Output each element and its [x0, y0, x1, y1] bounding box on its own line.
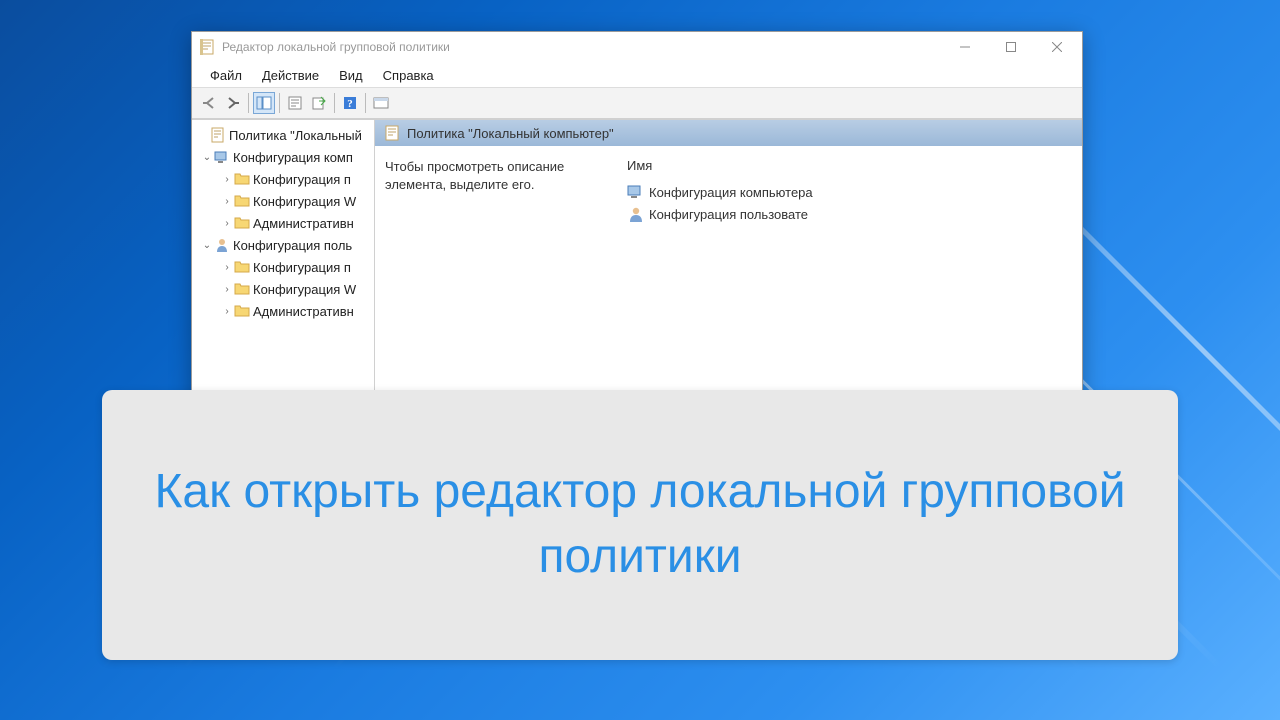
- folder-icon: [234, 259, 250, 275]
- tree-label: Конфигурация W: [253, 194, 356, 209]
- tree-label: Конфигурация комп: [233, 150, 353, 165]
- tree-item[interactable]: › Конфигурация п: [192, 256, 374, 278]
- user-icon: [214, 237, 230, 253]
- properties-button[interactable]: [284, 92, 306, 114]
- user-icon: [627, 205, 645, 223]
- expand-icon[interactable]: ›: [220, 262, 234, 273]
- menu-view[interactable]: Вид: [329, 66, 373, 85]
- tree-item[interactable]: › Административн: [192, 212, 374, 234]
- detail-header: Политика "Локальный компьютер": [375, 120, 1082, 146]
- toolbar-separator: [279, 93, 280, 113]
- minimize-button[interactable]: [942, 32, 988, 62]
- tree-label: Административн: [253, 304, 354, 319]
- folder-icon: [234, 215, 250, 231]
- forward-button[interactable]: [222, 92, 244, 114]
- policy-icon: [210, 127, 226, 143]
- menubar: Файл Действие Вид Справка: [192, 62, 1082, 87]
- tree-label: Административн: [253, 216, 354, 231]
- tree-computer-config[interactable]: ⌄ Конфигурация комп: [192, 146, 374, 168]
- tree-root-label: Политика "Локальный: [229, 128, 362, 143]
- expand-icon[interactable]: ›: [220, 284, 234, 295]
- maximize-button[interactable]: [988, 32, 1034, 62]
- list-item[interactable]: Конфигурация пользовате: [627, 203, 1072, 225]
- tree-label: Конфигурация W: [253, 282, 356, 297]
- collapse-icon[interactable]: ⌄: [200, 240, 214, 251]
- folder-icon: [234, 171, 250, 187]
- menu-action[interactable]: Действие: [252, 66, 329, 85]
- policy-icon: [385, 125, 399, 141]
- caption-overlay: Как открыть редактор локальной групповой…: [102, 390, 1178, 660]
- folder-icon: [234, 281, 250, 297]
- titlebar[interactable]: Редактор локальной групповой политики: [192, 32, 1082, 62]
- tree-root[interactable]: Политика "Локальный: [192, 124, 374, 146]
- tree-item[interactable]: › Конфигурация W: [192, 190, 374, 212]
- column-name[interactable]: Имя: [627, 158, 1072, 173]
- list-item-label: Конфигурация пользовате: [649, 207, 808, 222]
- toolbar-separator: [248, 93, 249, 113]
- expand-icon[interactable]: ›: [220, 306, 234, 317]
- menu-file[interactable]: Файл: [200, 66, 252, 85]
- tree-item[interactable]: › Конфигурация п: [192, 168, 374, 190]
- tree-user-config[interactable]: ⌄ Конфигурация поль: [192, 234, 374, 256]
- app-icon: [200, 39, 214, 55]
- menu-help[interactable]: Справка: [373, 66, 444, 85]
- computer-icon: [627, 183, 645, 201]
- tree-label: Конфигурация п: [253, 172, 351, 187]
- caption-text: Как открыть редактор локальной групповой…: [102, 460, 1178, 590]
- svg-text:?: ?: [347, 98, 353, 110]
- tree-item[interactable]: › Административн: [192, 300, 374, 322]
- tree-label: Конфигурация п: [253, 260, 351, 275]
- list-item[interactable]: Конфигурация компьютера: [627, 181, 1072, 203]
- collapse-icon[interactable]: ⌄: [200, 152, 214, 163]
- export-button[interactable]: [308, 92, 330, 114]
- detail-title: Политика "Локальный компьютер": [407, 126, 614, 141]
- toolbar: ?: [192, 87, 1082, 119]
- expand-icon[interactable]: ›: [220, 174, 234, 185]
- computer-icon: [214, 149, 230, 165]
- tree-label: Конфигурация поль: [233, 238, 352, 253]
- filter-button[interactable]: [370, 92, 392, 114]
- tree-item[interactable]: › Конфигурация W: [192, 278, 374, 300]
- expand-icon[interactable]: ›: [220, 218, 234, 229]
- close-button[interactable]: [1034, 32, 1080, 62]
- back-button[interactable]: [198, 92, 220, 114]
- expand-icon[interactable]: ›: [220, 196, 234, 207]
- window-title: Редактор локальной групповой политики: [222, 40, 942, 54]
- toolbar-separator: [365, 93, 366, 113]
- help-button[interactable]: ?: [339, 92, 361, 114]
- toolbar-separator: [334, 93, 335, 113]
- show-tree-button[interactable]: [253, 92, 275, 114]
- list-item-label: Конфигурация компьютера: [649, 185, 813, 200]
- folder-icon: [234, 303, 250, 319]
- folder-icon: [234, 193, 250, 209]
